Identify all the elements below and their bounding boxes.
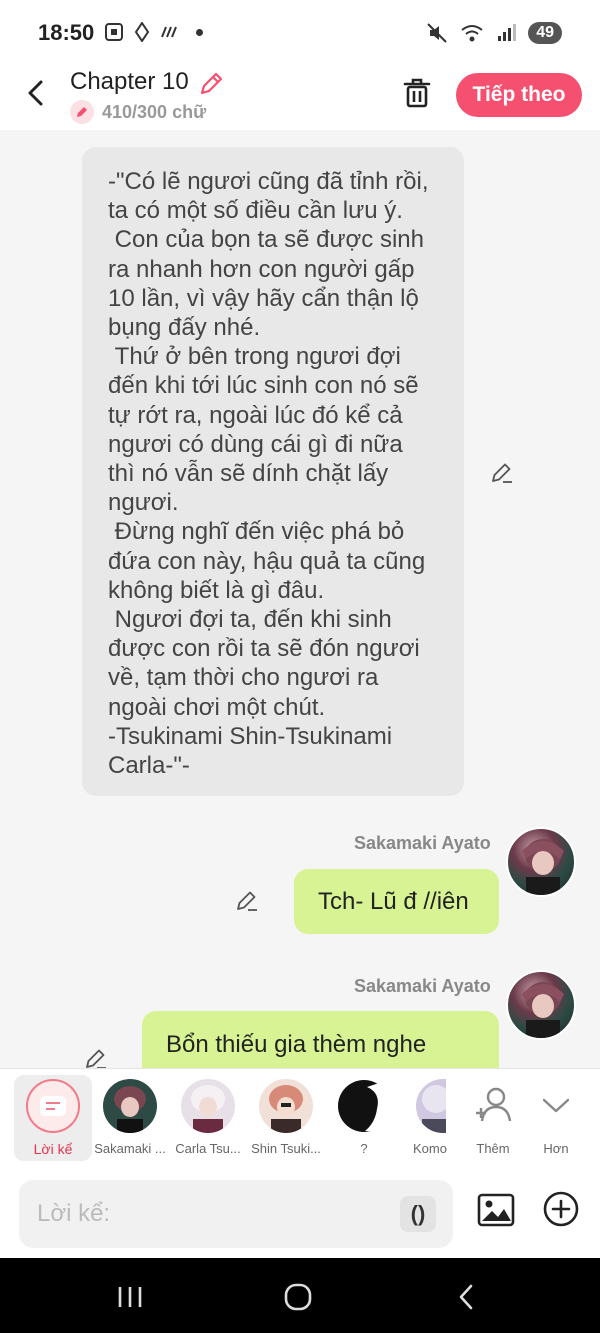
battery-indicator: 49 [528,22,562,44]
narrator-icon [26,1079,80,1133]
app-logo-icon [134,22,150,42]
word-count: 410/300 chữ [70,100,206,124]
avatar [416,1079,446,1133]
pencil-icon [200,72,223,95]
image-icon [477,1193,515,1227]
add-character-button[interactable]: Thêm [458,1075,528,1161]
character-label: Carla Tsu... [175,1141,241,1156]
notification-dot [196,28,203,36]
chevron-down-icon [529,1079,583,1133]
input-placeholder: Lời kể: [37,1200,111,1227]
trash-icon [403,78,431,108]
expand-button[interactable]: Hơn [520,1075,592,1161]
avatar[interactable] [506,970,576,1040]
message-input[interactable]: Lời kể: [19,1180,453,1248]
chevron-left-icon [459,1284,473,1310]
avatar [337,1079,391,1133]
add-person-icon [466,1079,520,1133]
character-label: Lời kể [33,1141,73,1157]
edit-message-button[interactable] [235,888,259,912]
character-carla[interactable]: Carla Tsu... [169,1075,247,1161]
character-komo[interactable]: Komo [403,1075,453,1161]
word-count-text: 410/300 chữ [102,101,207,122]
pencil-badge-icon [70,100,94,124]
status-notification-icons [104,22,203,42]
wifi-icon [461,25,483,42]
chapter-title[interactable]: Chapter 10 [70,68,189,96]
home-icon [284,1283,312,1311]
message-bubble[interactable]: Bổn thiếu gia thèm nghe [142,1011,499,1068]
chevron-left-icon [28,80,43,106]
avatar [181,1079,235,1133]
status-bar: 18:50 49 [0,0,600,64]
sender-name: Sakamaki Ayato [354,833,491,853]
signal-icon [498,24,517,41]
avatar [259,1079,313,1133]
back-button[interactable] [18,76,52,110]
delete-button[interactable] [400,74,434,112]
mute-icon [427,23,447,43]
navigation-bar [0,1258,600,1333]
sender-name: Sakamaki Ayato [354,976,491,996]
add-button[interactable] [542,1190,580,1228]
character-label: Komo [413,1141,447,1156]
character-label: ? [360,1141,368,1156]
avatar[interactable] [506,827,576,897]
edit-narration-button[interactable] [490,460,514,484]
nav-back-button[interactable] [446,1280,486,1314]
status-system-icons: 49 [426,22,562,44]
character-label: Sakamaki ... [94,1141,166,1156]
next-button[interactable]: Tiếp theo [456,73,582,117]
character-shin[interactable]: Shin Tsuki... [247,1075,325,1161]
character-bar: Lời kể Sakamaki ... Carla Tsu... Shin Ts… [0,1068,600,1168]
home-button[interactable] [278,1280,318,1314]
narration-bubble[interactable]: -"Có lẽ ngươi cũng đã tỉnh rồi, ta có mộ… [82,147,464,796]
character-unknown[interactable]: ? [325,1075,403,1161]
expand-label: Hơn [543,1141,569,1156]
message-bubble[interactable]: Tch- Lũ đ //iên [294,869,499,934]
recent-apps-button[interactable] [110,1280,150,1314]
character-label: Shin Tsuki... [251,1141,321,1156]
avatar [103,1079,157,1133]
parenthesis-button[interactable]: () [400,1196,436,1232]
recent-apps-icon [118,1287,142,1307]
chat-area[interactable]: -"Có lẽ ngươi cũng đã tỉnh rồi, ta có mộ… [0,130,600,1068]
more-label: Thêm [476,1141,510,1156]
editor-header: Chapter 10 410/300 chữ Tiếp theo [0,64,600,130]
insert-image-button[interactable] [476,1190,516,1230]
narration-text: -"Có lẽ ngươi cũng đã tỉnh rồi, ta có mộ… [108,168,429,780]
pencil-icon [492,463,512,483]
status-time: 18:50 [38,20,95,45]
screenshot-icon [105,23,123,41]
plus-circle-icon [543,1191,579,1227]
character-narrator[interactable]: Lời kể [14,1075,92,1161]
character-sakamaki[interactable]: Sakamaki ... [91,1075,169,1161]
pencil-icon [86,1049,106,1068]
edit-message-button[interactable] [84,1046,108,1068]
pencil-icon [237,891,257,911]
edit-title-button[interactable] [197,70,225,103]
input-area: Lời kể: () [0,1168,600,1258]
stripes-icon [161,26,177,38]
